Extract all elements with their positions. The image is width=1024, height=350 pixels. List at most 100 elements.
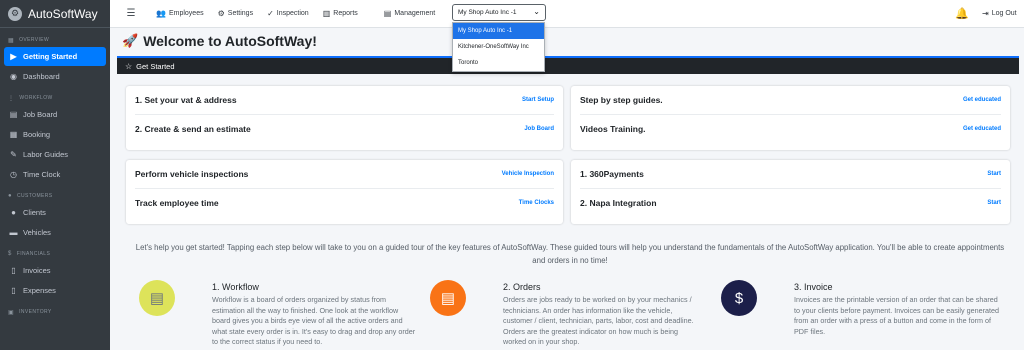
shop-option[interactable]: My Shop Auto Inc -1 bbox=[453, 23, 544, 39]
job-board-link[interactable]: Job Board bbox=[524, 126, 554, 132]
row-title: Perform vehicle inspections bbox=[135, 169, 249, 179]
car-icon: ▬ bbox=[9, 228, 18, 237]
sidebar-item-label: Dashboard bbox=[23, 72, 60, 81]
logout-icon: ⇥ bbox=[982, 9, 989, 18]
intro-text: Let's help you get started! Tapping each… bbox=[135, 243, 1005, 265]
nav-header-overview: ▦ OVERVIEW bbox=[0, 34, 110, 46]
row-title: Videos Training. bbox=[580, 123, 646, 134]
feature-desc: Workflow is a board of orders organized … bbox=[212, 295, 416, 346]
sidebar-item-invoices[interactable]: ▯ Invoices bbox=[4, 261, 106, 280]
sidebar-item-time-clock[interactable]: ◷ Time Clock bbox=[4, 165, 106, 184]
brand-name: AutoSoftWay bbox=[28, 6, 98, 21]
nav-employees-label: Employees bbox=[168, 10, 204, 17]
nav-inspection[interactable]: ✓ Inspection bbox=[267, 9, 309, 18]
setup-card: 1. Set your vat & address Start Setup 2.… bbox=[126, 86, 563, 150]
guides-card: Step by step guides. Get educated Videos… bbox=[571, 86, 1010, 150]
banner-text: Get Started bbox=[136, 61, 175, 71]
grid-icon: ▦ bbox=[8, 37, 15, 44]
nav-header-label: CUSTOMERS bbox=[17, 193, 53, 199]
start-link[interactable]: Start bbox=[987, 171, 1001, 177]
nav-settings-label: Settings bbox=[227, 10, 254, 17]
get-started-banner: ☆ Get Started bbox=[117, 56, 1019, 74]
nav-management[interactable]: ▤ Management bbox=[384, 9, 435, 18]
chevron-down-icon: ⌄ bbox=[533, 7, 540, 16]
brand[interactable]: ⚙ AutoSoftWay bbox=[0, 0, 110, 28]
row-title: 1. Set your vat & address bbox=[135, 95, 237, 105]
settings-icon: ⚙ bbox=[217, 9, 225, 18]
sidebar-item-getting-started[interactable]: ▶ Getting Started bbox=[4, 47, 106, 66]
vehicle-inspection-link[interactable]: Vehicle Inspection bbox=[502, 171, 554, 177]
dollar-icon: $ bbox=[8, 251, 12, 257]
inspections-row: Track employee time Time Clocks bbox=[135, 188, 554, 216]
sidebar: ⚙ AutoSoftWay ▦ OVERVIEW ▶ Getting Started… bbox=[0, 0, 110, 350]
feature-desc: Orders are jobs ready to be worked on by… bbox=[503, 295, 694, 346]
guides-row: Step by step guides. Get educated bbox=[580, 86, 1001, 114]
feature-title[interactable]: 2. Orders bbox=[503, 282, 541, 292]
topbar: ☰ 👥 Employees ⚙ Settings ✓ Inspection ▥ Repo… bbox=[110, 0, 1024, 28]
logout-button[interactable]: ⇥ Log Out bbox=[982, 9, 1017, 18]
nav-header-label: FINANCIALS bbox=[16, 251, 51, 257]
register-icon[interactable]: ▤ bbox=[139, 280, 175, 316]
building-icon: ▤ bbox=[383, 9, 392, 18]
nav-header-customers: ● CUSTOMERS bbox=[0, 190, 110, 202]
sidebar-item-booking[interactable]: ▦ Booking bbox=[4, 125, 106, 144]
nav-reports[interactable]: ▥ Reports bbox=[323, 9, 358, 18]
sidebar-item-vehicles[interactable]: ▬ Vehicles bbox=[4, 223, 106, 242]
file-icon: ▯ bbox=[11, 266, 16, 275]
sidebar-item-labor-guides[interactable]: ✎ Labor Guides bbox=[4, 145, 106, 164]
guides-row: Videos Training. Get educated bbox=[580, 114, 1001, 142]
users-icon: 👥 bbox=[156, 9, 166, 18]
sidebar-item-expenses[interactable]: ▯ Expenses bbox=[4, 281, 106, 300]
sidebar-item-dashboard[interactable]: ◉ Dashboard bbox=[4, 67, 106, 86]
logout-label: Log Out bbox=[991, 10, 1017, 17]
nav-header-label: WORKFLOW bbox=[19, 95, 53, 101]
chart-icon: ▥ bbox=[322, 9, 331, 18]
sidebar-item-clients[interactable]: ● Clients bbox=[4, 203, 106, 222]
rocket-icon: 🚀 bbox=[122, 33, 139, 48]
get-educated-link[interactable]: Get educated bbox=[963, 97, 1001, 103]
shop-option[interactable]: Toronto bbox=[453, 55, 544, 71]
nav-employees[interactable]: 👥 Employees bbox=[156, 9, 204, 18]
receipt-icon: ▯ bbox=[11, 286, 16, 295]
sidebar-item-label: Getting Started bbox=[23, 52, 78, 61]
nav-header-label: OVERVIEW bbox=[19, 37, 50, 43]
nav-management-label: Management bbox=[394, 10, 436, 17]
nav-reports-label: Reports bbox=[333, 10, 358, 17]
page-title: 🚀 Welcome to AutoSoftWay! bbox=[122, 33, 317, 49]
time-clocks-link[interactable]: Time Clocks bbox=[519, 200, 554, 206]
setup-row: 2. Create & send an estimate Job Board bbox=[135, 114, 554, 142]
nav-header-financials: $ FINANCIALS bbox=[0, 248, 110, 260]
feature-desc: Invoices are the printable version of an… bbox=[794, 295, 999, 336]
sidebar-item-label: Job Board bbox=[23, 110, 58, 119]
feature-title[interactable]: 3. Invoice bbox=[794, 282, 833, 292]
sidebar-item-job-board[interactable]: ▤ Job Board bbox=[4, 105, 106, 124]
row-title: Step by step guides. bbox=[580, 95, 663, 105]
hamburger-menu-icon[interactable]: ☰ bbox=[120, 8, 142, 19]
clipboard-icon: ▤ bbox=[9, 110, 18, 119]
payments-row: 2. Napa Integration Start bbox=[580, 188, 1001, 216]
nav-inspection-label: Inspection bbox=[276, 10, 309, 17]
row-title: 2. Create & send an estimate bbox=[135, 123, 251, 134]
row-title: 2. Napa Integration bbox=[580, 197, 657, 208]
start-link[interactable]: Start bbox=[987, 200, 1001, 206]
check-icon: ✓ bbox=[267, 9, 274, 18]
shop-select-value: My Shop Auto Inc -1 bbox=[458, 9, 517, 16]
sidebar-item-label: Vehicles bbox=[23, 228, 51, 237]
invoice-icon[interactable]: $ bbox=[721, 280, 757, 316]
nav-header-inventory: ▣ INVENTORY bbox=[0, 306, 110, 318]
wrench-icon: ✎ bbox=[10, 150, 17, 159]
wheel-icon: ⚙ bbox=[8, 6, 22, 21]
bell-icon[interactable]: 🔔 bbox=[955, 7, 969, 20]
feature-title[interactable]: 1. Workflow bbox=[212, 282, 259, 292]
nav-settings[interactable]: ⚙ Settings bbox=[218, 9, 253, 18]
shop-select[interactable]: My Shop Auto Inc -1 ⌄ bbox=[452, 4, 546, 21]
sidebar-item-label: Labor Guides bbox=[23, 150, 69, 159]
shop-select-dropdown: My Shop Auto Inc -1 Kitchener-OneSoftWay… bbox=[452, 22, 545, 72]
sidebar-item-label: Booking bbox=[23, 130, 51, 139]
get-educated-link[interactable]: Get educated bbox=[963, 126, 1001, 132]
shop-option[interactable]: Kitchener-OneSoftWay Inc bbox=[453, 39, 544, 55]
document-icon[interactable]: ▤ bbox=[430, 280, 466, 316]
nav-header-workflow: ⋮ WORKFLOW bbox=[0, 92, 110, 104]
start-setup-link[interactable]: Start Setup bbox=[522, 97, 554, 103]
play-circle-icon: ▶ bbox=[10, 52, 17, 61]
